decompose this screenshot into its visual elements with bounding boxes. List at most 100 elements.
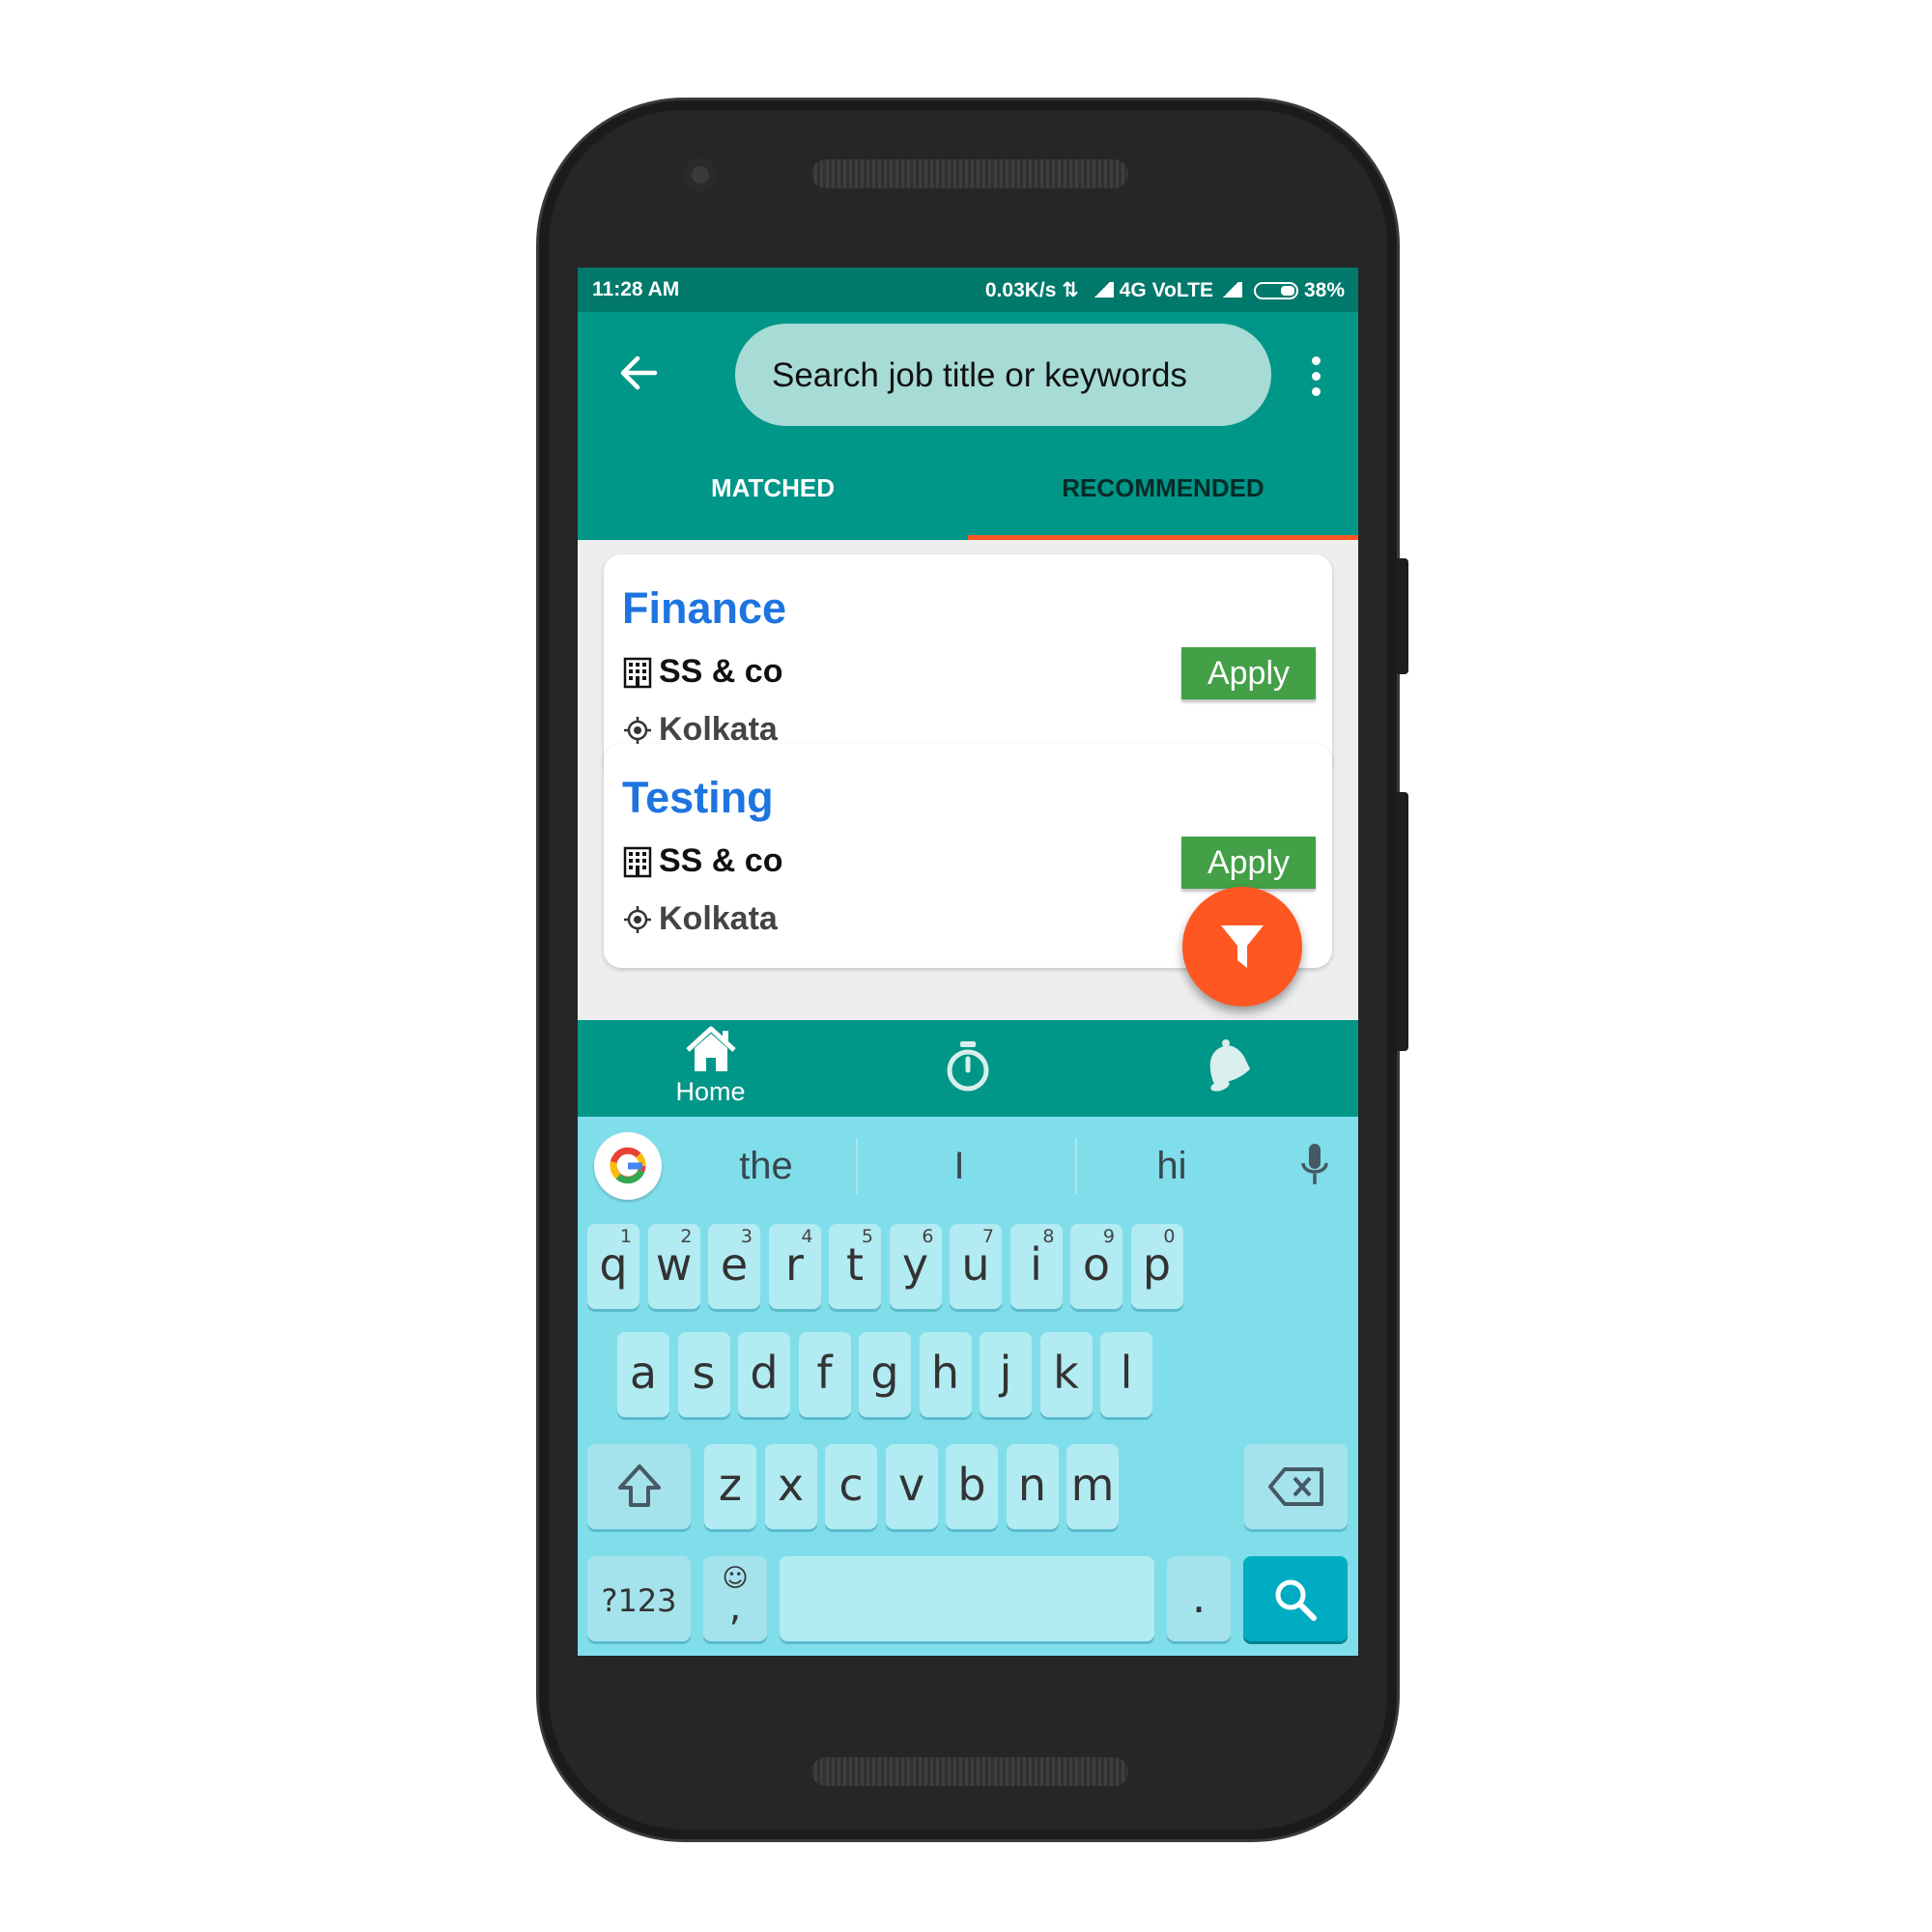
key-n[interactable]: n: [1006, 1444, 1059, 1529]
search-bar[interactable]: [735, 324, 1271, 428]
key-number-hint: 5: [861, 1226, 873, 1247]
key-label: h: [930, 1347, 960, 1399]
soft-keyboard: the I hi q1w2e3r4t5y6u7i8o9p0 asdfghjkl: [578, 1117, 1358, 1656]
filter-fab[interactable]: [1182, 887, 1302, 1007]
job-title: Testing: [622, 773, 774, 822]
key-i[interactable]: i8: [1009, 1224, 1063, 1309]
arrow-left-icon[interactable]: [616, 351, 661, 395]
key-o[interactable]: o9: [1070, 1224, 1122, 1309]
key-a[interactable]: a: [617, 1332, 669, 1417]
location-target-icon: [624, 905, 651, 933]
key-k[interactable]: k: [1039, 1332, 1093, 1417]
key-c[interactable]: c: [825, 1444, 877, 1529]
key-number-hint: 1: [619, 1226, 632, 1247]
key-number-hint: 4: [801, 1226, 813, 1247]
location-name: Kolkata: [659, 900, 778, 937]
nav-notifications[interactable]: [1094, 1020, 1354, 1117]
company-row: SS & co: [622, 653, 782, 691]
volume-button: [1395, 792, 1408, 1051]
backspace-key[interactable]: [1244, 1444, 1348, 1529]
key-label: c: [838, 1459, 864, 1511]
network-speed: 0.03K/s: [984, 279, 1057, 301]
backspace-icon: [1268, 1467, 1323, 1506]
suggestion-1[interactable]: the: [674, 1130, 858, 1202]
status-bar: 11:28 AM 0.03K/s ⇅ 4G VoLTE 38%: [578, 268, 1358, 312]
suggestion-divider: [1075, 1138, 1077, 1194]
space-key[interactable]: [780, 1556, 1154, 1641]
search-icon: [1275, 1579, 1317, 1621]
key-d[interactable]: d: [738, 1332, 790, 1417]
stopwatch-icon: [947, 1041, 988, 1092]
network-type: 4G VoLTE: [1119, 279, 1213, 301]
key-t[interactable]: t5: [829, 1224, 881, 1309]
key-s[interactable]: s: [677, 1332, 730, 1417]
key-label: l: [1120, 1347, 1133, 1399]
battery-percent: 38%: [1303, 279, 1345, 301]
key-u[interactable]: u7: [950, 1224, 1002, 1309]
suggestion-2[interactable]: I: [867, 1130, 1051, 1202]
more-vertical-icon[interactable]: [1310, 356, 1321, 399]
key-f[interactable]: f: [798, 1332, 851, 1417]
tab-matched[interactable]: MATCHED: [578, 436, 968, 540]
symbols-key[interactable]: ?123: [587, 1556, 691, 1641]
key-m[interactable]: m: [1066, 1444, 1119, 1529]
key-label: m: [1070, 1459, 1115, 1511]
phone-screen: 11:28 AM 0.03K/s ⇅ 4G VoLTE 38% MATCHED R…: [578, 268, 1358, 1656]
shift-arrow-icon: [618, 1464, 661, 1507]
key-g[interactable]: g: [859, 1332, 911, 1417]
key-l[interactable]: l: [1100, 1332, 1152, 1417]
app-toolbar: [578, 312, 1358, 436]
signal-icon: [1090, 282, 1114, 298]
key-p[interactable]: p0: [1130, 1224, 1183, 1309]
company-name: SS & co: [659, 653, 783, 690]
company-name: SS & co: [659, 842, 783, 879]
key-label: g: [870, 1347, 899, 1399]
bottom-navigation: Home: [578, 1020, 1358, 1117]
suggestion-3[interactable]: hi: [1080, 1130, 1264, 1202]
nav-timer[interactable]: [838, 1020, 1097, 1117]
key-label: v: [897, 1459, 925, 1511]
nav-home[interactable]: Home: [581, 1020, 840, 1117]
key-label: d: [750, 1347, 779, 1399]
key-e[interactable]: e3: [708, 1224, 760, 1309]
location-row: Kolkata: [622, 900, 778, 938]
google-g-icon[interactable]: [594, 1132, 662, 1200]
filter-icon: [1221, 925, 1264, 968]
bell-icon: [1209, 1039, 1250, 1092]
key-j[interactable]: j: [980, 1332, 1032, 1417]
key-q[interactable]: q1: [587, 1224, 639, 1309]
key-number-hint: 3: [740, 1226, 753, 1247]
key-label: j: [999, 1347, 1012, 1399]
key-label: f: [816, 1347, 833, 1399]
key-v[interactable]: v: [885, 1444, 938, 1529]
key-number-hint: 7: [981, 1226, 994, 1247]
key-y[interactable]: y6: [889, 1224, 942, 1309]
key-r[interactable]: r4: [768, 1224, 821, 1309]
shift-key[interactable]: [587, 1444, 691, 1529]
key-z[interactable]: z: [704, 1444, 756, 1529]
job-title: Finance: [622, 583, 787, 633]
building-icon: [623, 657, 652, 688]
suggestion-divider: [856, 1138, 858, 1194]
key-b[interactable]: b: [946, 1444, 998, 1529]
period-key[interactable]: .: [1167, 1556, 1231, 1641]
search-input[interactable]: [770, 324, 1247, 428]
key-label: k: [1053, 1347, 1079, 1399]
front-camera: [684, 158, 717, 191]
apply-button[interactable]: Apply: [1181, 647, 1316, 699]
key-label: s: [692, 1347, 716, 1399]
power-button: [1395, 558, 1408, 674]
apply-button[interactable]: Apply: [1181, 837, 1316, 889]
key-label: b: [957, 1459, 986, 1511]
emoji-comma-key[interactable]: ☺ ,: [703, 1556, 767, 1641]
microphone-icon[interactable]: [1298, 1142, 1331, 1190]
key-x[interactable]: x: [764, 1444, 817, 1529]
key-w[interactable]: w2: [647, 1224, 700, 1309]
search-key[interactable]: [1243, 1556, 1348, 1641]
battery-icon: [1253, 282, 1298, 299]
tab-recommended[interactable]: RECOMMENDED: [968, 436, 1358, 540]
company-row: SS & co: [622, 842, 782, 880]
key-h[interactable]: h: [919, 1332, 972, 1417]
home-icon: [685, 1026, 736, 1071]
status-time: 11:28 AM: [592, 278, 680, 300]
